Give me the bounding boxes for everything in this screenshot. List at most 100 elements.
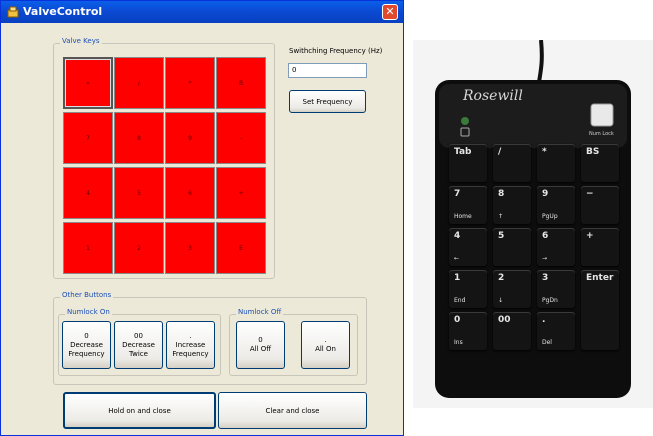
keypad-key: 6 → (537, 228, 575, 266)
keypad-key-main: 9 (542, 189, 549, 199)
valve-key[interactable]: 1 (63, 222, 113, 274)
keypad-key-main: 00 (498, 315, 511, 325)
keypad-key-main: Enter (586, 273, 614, 283)
frequency-value: 0 (292, 66, 297, 74)
keypad-key-sub: → (542, 255, 548, 262)
close-icon: ✕ (385, 5, 395, 18)
all-on-button[interactable]: . All On (301, 321, 350, 369)
set-frequency-button[interactable]: Set Frequency (289, 90, 366, 113)
keypad-key: 3 PgDn (537, 270, 575, 308)
keypad-key: * (537, 144, 575, 182)
brand-logo: Rosewill (463, 88, 523, 104)
decrease-frequency-text1: Decrease (70, 340, 103, 349)
close-button[interactable]: ✕ (382, 4, 398, 20)
keypad-key-main: 6 (542, 231, 549, 241)
frequency-label: Swithching Frequency (Hz) (289, 47, 383, 55)
keypad-key: 00 (493, 312, 531, 350)
valve-control-window: ValveControl ✕ Valve Keys * / * B 7 8 9-4 5 6 +1 2… (0, 0, 404, 436)
valve-key[interactable]: + (216, 167, 266, 219)
all-off-button[interactable]: 0 All Off (236, 321, 285, 369)
keypad-key: . Del (537, 312, 575, 350)
keypad-key-main: 5 (498, 231, 505, 241)
numlock-on-label: Numlock On (65, 308, 112, 316)
valve-key[interactable]: 4 (63, 167, 113, 219)
keypad-key: 1 End (449, 270, 487, 308)
keypad-key-main: 2 (498, 273, 505, 283)
valve-key[interactable]: 6 (165, 167, 215, 219)
decrease-twice-text2: Twice (129, 349, 148, 358)
keypad-key-main: BS (586, 147, 600, 157)
valve-key[interactable]: * (165, 57, 215, 109)
keypad-key-main: 8 (498, 189, 505, 199)
valve-key[interactable]: 5 (114, 167, 164, 219)
numlock-off-label: Numlock Off (236, 308, 284, 316)
all-on-text: All On (315, 345, 336, 353)
keypad-key: + (581, 228, 619, 266)
frequency-input[interactable]: 0 (288, 63, 367, 78)
valve-key[interactable]: - (216, 112, 266, 164)
valve-key[interactable]: 7 (63, 112, 113, 164)
keypad-key: 2 ↓ (493, 270, 531, 308)
decrease-frequency-key: 0 (84, 331, 89, 340)
keypad-key-main: * (542, 147, 547, 157)
increase-frequency-button[interactable]: . Increase Frequency (166, 321, 215, 369)
keypad-key-main: / (498, 147, 502, 157)
keypad-key-sub: Ins (454, 339, 463, 346)
all-off-text: All Off (249, 345, 272, 353)
window-title: ValveControl (23, 5, 103, 18)
keypad-key-main: + (586, 231, 594, 241)
valve-key[interactable]: E (216, 222, 266, 274)
keypad-key-sub: ← (454, 255, 460, 262)
valve-key[interactable]: / (114, 57, 164, 109)
keypad-key-main: 7 (454, 189, 461, 199)
keypad-key-main: . (542, 315, 546, 325)
keypad-key: BS (581, 144, 619, 182)
keypad-key-sub: PgUp (542, 213, 558, 220)
keypad-key: Tab (449, 144, 487, 182)
clear-and-close-button[interactable]: Clear and close (218, 392, 367, 429)
increase-frequency-key: . (189, 331, 192, 340)
keypad-body-image (435, 40, 631, 398)
hold-on-and-close-button[interactable]: Hold on and close (63, 392, 216, 429)
keypad-key-main: − (586, 189, 594, 199)
keypad-key-sub: Del (542, 339, 552, 346)
keypad-key: − (581, 186, 619, 224)
keypad-key: 9 PgUp (537, 186, 575, 224)
keypad-key: 7 Home (449, 186, 487, 224)
keypad-key: 5 (493, 228, 531, 266)
increase-frequency-text1: Increase (175, 340, 206, 349)
keypad-key: 8 ↑ (493, 186, 531, 224)
keypad-key-sub: End (454, 297, 466, 304)
valve-key[interactable]: 9 (165, 112, 215, 164)
valve-key[interactable]: 2 (114, 222, 164, 274)
valve-key[interactable]: 3 (165, 222, 215, 274)
decrease-twice-button[interactable]: 00 Decrease Twice (114, 321, 163, 369)
valve-key[interactable]: 8 (114, 112, 164, 164)
keypad-key-main: 0 (454, 315, 461, 325)
all-on-key: . (324, 336, 327, 344)
title-bar[interactable]: ValveControl ✕ (1, 1, 403, 23)
clear-and-close-label: Clear and close (265, 406, 320, 415)
all-off-key: 0 (258, 336, 263, 344)
hold-on-and-close-label: Hold on and close (108, 406, 171, 415)
decrease-twice-key: 00 (134, 331, 143, 340)
keypad-key: 4 ← (449, 228, 487, 266)
keypad-key-sub: ↓ (498, 297, 504, 304)
keypad-key-sub: PgDn (542, 297, 558, 304)
app-icon (7, 6, 19, 18)
keypad-key-sub: ↑ (498, 213, 504, 220)
keypad-key: Enter (581, 270, 619, 350)
decrease-twice-text1: Decrease (122, 340, 155, 349)
valve-key[interactable]: * (63, 57, 113, 109)
keypad-key-main: 4 (454, 231, 461, 241)
keypad-key-main: 3 (542, 273, 549, 283)
valve-keys-label: Valve Keys (60, 37, 102, 45)
other-buttons-label: Other Buttons (60, 291, 114, 299)
valve-key[interactable]: B (216, 57, 266, 109)
set-frequency-label: Set Frequency (302, 97, 353, 106)
decrease-frequency-button[interactable]: 0 Decrease Frequency (62, 321, 111, 369)
keypad-key: 0 Ins (449, 312, 487, 350)
numlock-key-label: Num Lock (589, 131, 614, 137)
increase-frequency-text2: Frequency (172, 349, 209, 358)
decrease-frequency-text2: Frequency (68, 349, 105, 358)
